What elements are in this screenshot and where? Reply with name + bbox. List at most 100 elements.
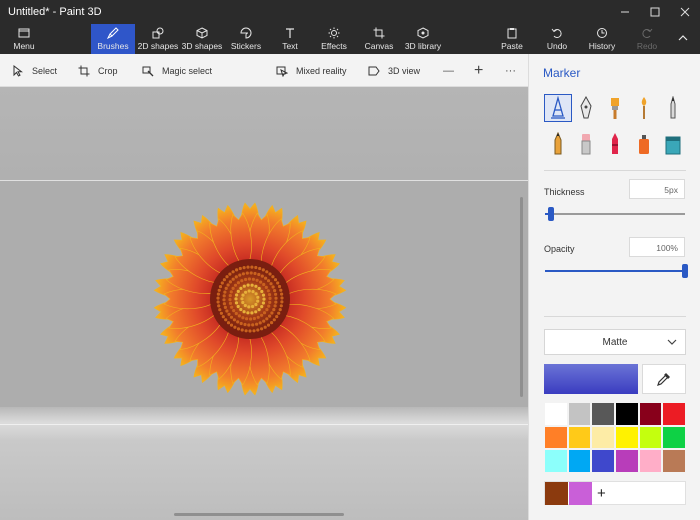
custom-color-swatch[interactable] (545, 482, 568, 505)
folder-icon (18, 28, 30, 38)
eyedropper-button[interactable] (642, 364, 686, 394)
brush-eraser[interactable] (572, 130, 600, 158)
vertical-scrollbar[interactable] (520, 197, 523, 397)
minimize-icon (621, 11, 629, 13)
flower-floret (240, 297, 244, 301)
thickness-slider-track[interactable] (545, 213, 685, 215)
paste-button[interactable]: Paste (496, 24, 528, 54)
select-button[interactable]: Select (12, 54, 57, 87)
brush-pixel-pen[interactable] (659, 94, 687, 122)
brush-oil[interactable] (601, 94, 629, 122)
tab-brushes[interactable]: Brushes (91, 24, 135, 54)
flower-floret (255, 278, 259, 282)
zoom-in-icon: + (474, 61, 484, 79)
flower-floret (268, 272, 272, 276)
maximize-button[interactable] (640, 0, 670, 24)
tab-effects[interactable]: Effects (314, 24, 354, 54)
redo-button[interactable]: Redo (632, 24, 662, 54)
flower-floret (260, 313, 264, 317)
menu-button[interactable]: Menu (4, 24, 44, 54)
thickness-input[interactable]: 5px (629, 179, 685, 199)
flower-floret (229, 290, 233, 294)
brush-pencil[interactable] (544, 130, 572, 158)
custom-color-swatch[interactable] (569, 482, 592, 505)
palette-color-swatch[interactable] (662, 449, 686, 473)
horizontal-scrollbar[interactable] (174, 513, 344, 516)
flower-floret (263, 325, 267, 329)
flower-floret (273, 289, 277, 293)
palette-color-swatch[interactable] (662, 425, 686, 449)
flower-floret (254, 265, 258, 270)
tab-3d-library[interactable]: 3D library (403, 24, 443, 54)
flower-floret (247, 323, 251, 327)
flower-floret (273, 304, 277, 308)
palette-color-swatch[interactable] (614, 449, 639, 473)
flower-floret (223, 290, 227, 294)
flower-floret (251, 277, 255, 281)
mixed-reality-button[interactable]: Mixed reality (276, 54, 347, 87)
palette-color-swatch[interactable] (591, 449, 615, 473)
finish-dropdown[interactable]: Matte (544, 329, 686, 355)
undo-button[interactable]: Undo (542, 24, 572, 54)
flower-floret (223, 305, 227, 309)
history-button[interactable]: History (586, 24, 618, 54)
flower-floret (249, 317, 253, 321)
flower-floret (243, 322, 247, 327)
flower-floret (266, 323, 271, 327)
minimize-button[interactable] (610, 0, 640, 24)
palette-color-swatch[interactable] (614, 402, 639, 426)
palette-color-swatch[interactable] (567, 425, 592, 449)
workspace[interactable] (0, 87, 528, 520)
title-bar: Untitled* - Paint 3D (0, 0, 700, 24)
3d-view-button[interactable]: 3D view (368, 54, 420, 87)
palette-color-swatch[interactable] (638, 402, 663, 426)
zoom-in-button[interactable]: + (474, 54, 483, 87)
flower-floret (225, 309, 229, 313)
add-color-button[interactable]: + (597, 485, 606, 502)
palette-color-swatch[interactable] (544, 449, 568, 473)
brush-marker[interactable] (544, 94, 572, 122)
flower-floret (218, 308, 222, 312)
thickness-slider-thumb[interactable] (547, 207, 554, 221)
more-options-button[interactable]: ··· (505, 54, 516, 87)
palette-color-swatch[interactable] (591, 402, 615, 426)
tab-2d-shapes[interactable]: 2D shapes (137, 24, 179, 54)
tab-canvas[interactable]: Canvas (360, 24, 398, 54)
3d-view-label: 3D view (388, 65, 421, 76)
flower-floret (256, 299, 260, 303)
opacity-slider-thumb[interactable] (682, 264, 688, 278)
tab-3d-shapes[interactable]: 3D shapes (181, 24, 223, 54)
close-button[interactable] (670, 0, 700, 24)
flower-floret (246, 311, 250, 315)
palette-color-swatch[interactable] (591, 425, 615, 449)
palette-color-swatch[interactable] (544, 402, 568, 426)
brush-crayon[interactable] (601, 130, 629, 158)
brush-spray-can[interactable] (630, 130, 658, 158)
flower-floret (235, 268, 239, 272)
palette-color-swatch[interactable] (567, 402, 592, 426)
opacity-input[interactable]: 100% (629, 237, 685, 257)
current-color-swatch[interactable] (544, 364, 638, 394)
tab-stickers[interactable]: Stickers (226, 24, 266, 54)
flower-floret (241, 293, 245, 297)
brush-watercolor[interactable] (630, 94, 658, 122)
flower-floret (216, 292, 220, 296)
flower-floret (256, 328, 260, 332)
magic-select-button[interactable]: Magic select (142, 54, 212, 87)
crop-button[interactable]: Crop (78, 54, 118, 87)
palette-color-swatch[interactable] (638, 449, 663, 473)
brush-calligraphy-pen[interactable] (572, 94, 600, 122)
palette-color-swatch[interactable] (544, 425, 568, 449)
flower-image[interactable] (150, 199, 350, 399)
tab-text[interactable]: Text (272, 24, 308, 54)
calligraphy-pen-icon (580, 96, 592, 119)
palette-color-swatch[interactable] (638, 425, 663, 449)
palette-color-swatch[interactable] (614, 425, 639, 449)
pixel-pen-icon (670, 96, 676, 119)
palette-color-swatch[interactable] (567, 449, 592, 473)
collapse-ribbon-button[interactable] (672, 24, 694, 54)
palette-color-swatch[interactable] (662, 402, 686, 426)
brush-fill[interactable] (659, 130, 687, 158)
brush-panel: Marker Thickness 5px Opacity 100% Matte … (528, 54, 700, 520)
zoom-out-button[interactable]: — (443, 54, 454, 87)
